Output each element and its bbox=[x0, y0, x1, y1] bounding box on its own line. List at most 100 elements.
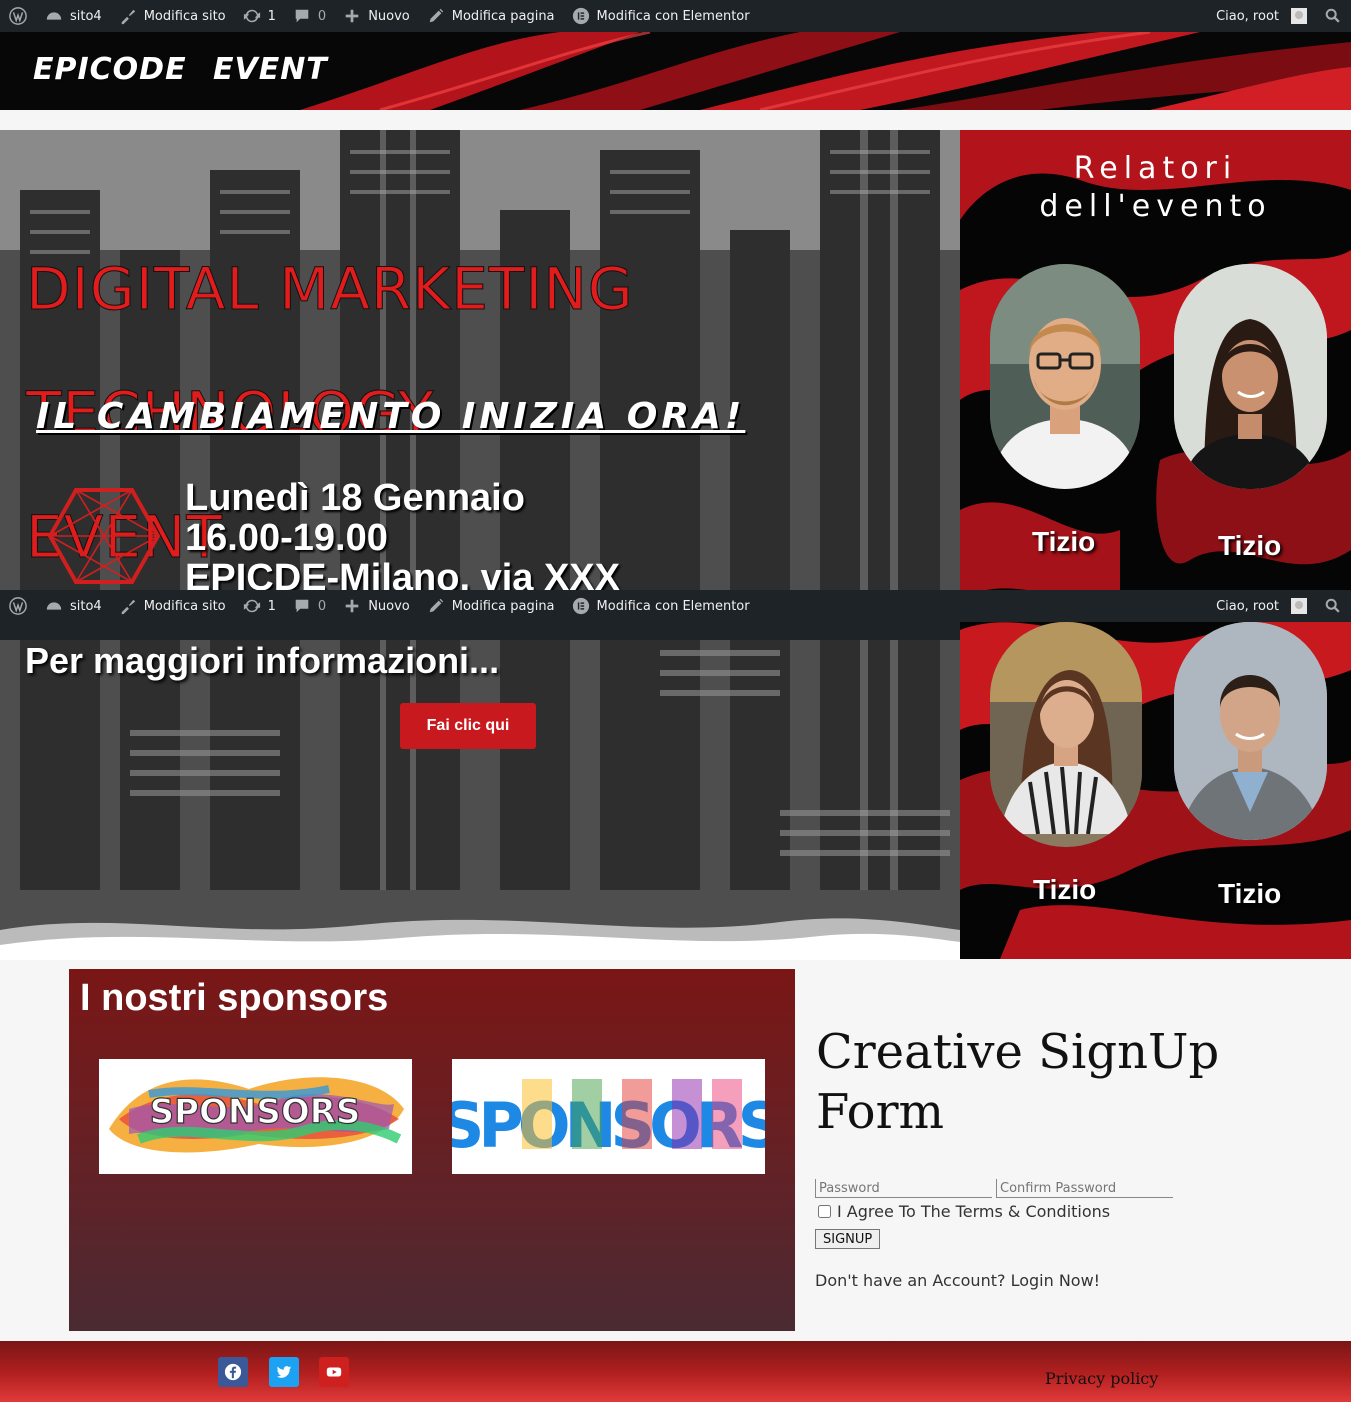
edit-elementor-link[interactable]: Modifica con Elementor bbox=[563, 0, 758, 32]
nav-event[interactable]: EVENT bbox=[213, 52, 328, 87]
admin-bar: sito4 Modifica sito 1 0 Nuovo Modifica p… bbox=[0, 0, 1351, 32]
site-name-link[interactable]: sito4 bbox=[36, 590, 110, 622]
cta-button[interactable]: Fai clic qui bbox=[400, 703, 536, 749]
event-details: Lunedì 18 Gennaio 16.00-19.00 EPICDE-Mil… bbox=[185, 478, 620, 598]
speakers-background bbox=[960, 130, 1351, 959]
new-content-link[interactable]: Nuovo bbox=[334, 0, 418, 32]
privacy-policy-link[interactable]: Privacy policy bbox=[1045, 1369, 1158, 1388]
password-field[interactable] bbox=[815, 1179, 992, 1198]
updates-count: 1 bbox=[267, 598, 276, 614]
speakers-section: Relatori dell'evento Tizio Tizio Tizio T… bbox=[960, 130, 1351, 959]
brush-icon bbox=[118, 6, 138, 26]
site-name-label: sito4 bbox=[70, 8, 102, 24]
event-time: 16.00-19.00 bbox=[185, 517, 388, 559]
edit-elementor-label: Modifica con Elementor bbox=[596, 8, 750, 24]
site-footer: Privacy policy bbox=[0, 1341, 1351, 1402]
dashboard-icon bbox=[44, 596, 64, 616]
site-name-link[interactable]: sito4 bbox=[36, 0, 110, 32]
hero-title-line-1: DIGITAL MARKETING bbox=[26, 255, 634, 323]
comment-icon bbox=[292, 596, 312, 616]
edit-page-link[interactable]: Modifica pagina bbox=[418, 0, 563, 32]
new-label: Nuovo bbox=[368, 8, 410, 24]
wordpress-logo-button[interactable] bbox=[0, 0, 36, 32]
sponsors-heading: I nostri sponsors bbox=[80, 977, 389, 1019]
my-account-link[interactable]: Ciao, root bbox=[1208, 0, 1315, 32]
edit-page-label: Modifica pagina bbox=[451, 8, 555, 24]
terms-checkbox[interactable] bbox=[818, 1205, 831, 1218]
speakers-heading: Relatori dell'evento bbox=[1039, 151, 1272, 224]
speaker-4-portrait bbox=[1174, 622, 1327, 840]
edit-page-label: Modifica pagina bbox=[451, 598, 555, 614]
speaker-2-portrait bbox=[1174, 264, 1327, 489]
wordpress-icon bbox=[8, 596, 28, 616]
updates-link[interactable]: 1 bbox=[234, 590, 284, 622]
speaker-3-photo bbox=[990, 622, 1142, 847]
search-icon bbox=[1323, 596, 1343, 616]
sponsors-section: I nostri sponsors SPONSORS SPONSORS bbox=[69, 969, 795, 1331]
updates-icon bbox=[242, 596, 262, 616]
speaker-4-name: Tizio bbox=[1218, 878, 1282, 909]
my-account-link[interactable]: Ciao, root bbox=[1208, 590, 1315, 622]
elementor-icon bbox=[571, 6, 591, 26]
sponsor-logo-2-image: SPONSORS bbox=[452, 1059, 765, 1174]
edit-elementor-label: Modifica con Elementor bbox=[596, 598, 750, 614]
speaker-1-photo bbox=[990, 264, 1140, 489]
wordpress-logo-button[interactable] bbox=[0, 590, 36, 622]
avatar bbox=[1291, 8, 1307, 24]
speaker-4-photo bbox=[1174, 622, 1327, 840]
twitter-link[interactable] bbox=[269, 1357, 299, 1387]
signup-button[interactable]: SIGNUP bbox=[815, 1229, 881, 1249]
terms-agreement: I Agree To The Terms & Conditions bbox=[818, 1202, 1110, 1221]
speaker-1-name: Tizio bbox=[1032, 526, 1096, 557]
admin-bar-duplicate: sito4 Modifica sito 1 0 Nuovo Modifica p… bbox=[0, 590, 1351, 622]
pencil-icon bbox=[426, 596, 446, 616]
nav-epicode[interactable]: EPICODE bbox=[33, 52, 187, 87]
comment-icon bbox=[292, 6, 312, 26]
updates-count: 1 bbox=[267, 8, 276, 24]
hero-tagline: IL CAMBIAMENTO INIZIA ORA! bbox=[36, 396, 746, 437]
search-icon bbox=[1323, 6, 1343, 26]
new-label: Nuovo bbox=[368, 598, 410, 614]
site-name-label: sito4 bbox=[70, 598, 102, 614]
speaker-2-photo bbox=[1174, 264, 1327, 489]
header-background bbox=[0, 32, 1351, 110]
new-content-link[interactable]: Nuovo bbox=[334, 590, 418, 622]
speaker-3-name: Tizio bbox=[1033, 874, 1097, 905]
login-link[interactable]: Don't have an Account? Login Now! bbox=[815, 1271, 1100, 1290]
comments-link[interactable]: 0 bbox=[284, 590, 334, 622]
confirm-password-field[interactable] bbox=[996, 1179, 1173, 1198]
site-header: EPICODE EVENT bbox=[0, 32, 1351, 110]
youtube-link[interactable] bbox=[319, 1357, 349, 1387]
sponsor-logo-1-image: SPONSORS bbox=[99, 1059, 412, 1174]
customize-link[interactable]: Modifica sito bbox=[110, 0, 234, 32]
comments-link[interactable]: 0 bbox=[284, 0, 334, 32]
updates-link[interactable]: 1 bbox=[234, 0, 284, 32]
wordpress-icon bbox=[8, 6, 28, 26]
speaker-2-name: Tizio bbox=[1218, 530, 1282, 561]
customize-label: Modifica sito bbox=[143, 598, 226, 614]
speaker-1-portrait bbox=[990, 264, 1140, 489]
sponsor-logo-2[interactable]: SPONSORS bbox=[452, 1059, 765, 1174]
customize-link[interactable]: Modifica sito bbox=[110, 590, 234, 622]
customize-label: Modifica sito bbox=[143, 8, 226, 24]
avatar bbox=[1291, 598, 1307, 614]
hero-section: DIGITAL MARKETING TECHNOLOGY EVENT IL CA… bbox=[0, 130, 960, 960]
sponsor-logo-1-text: SPONSORS bbox=[150, 1092, 361, 1132]
elementor-icon bbox=[571, 596, 591, 616]
signup-title: Creative SignUp Form bbox=[816, 1024, 1220, 1140]
plus-icon bbox=[342, 596, 362, 616]
speaker-3-portrait bbox=[990, 622, 1142, 835]
pencil-icon bbox=[426, 6, 446, 26]
twitter-icon bbox=[276, 1366, 292, 1378]
comments-count: 0 bbox=[317, 8, 327, 24]
spacer bbox=[0, 110, 1351, 130]
admin-search-button[interactable] bbox=[1315, 0, 1351, 32]
youtube-icon bbox=[326, 1367, 342, 1377]
greeting-label: Ciao, root bbox=[1216, 8, 1279, 24]
sponsor-logo-1[interactable]: SPONSORS bbox=[99, 1059, 412, 1174]
edit-elementor-link[interactable]: Modifica con Elementor bbox=[563, 590, 758, 622]
facebook-link[interactable] bbox=[218, 1357, 248, 1387]
comments-count: 0 bbox=[317, 598, 327, 614]
edit-page-link[interactable]: Modifica pagina bbox=[418, 590, 563, 622]
admin-search-button[interactable] bbox=[1315, 590, 1351, 622]
